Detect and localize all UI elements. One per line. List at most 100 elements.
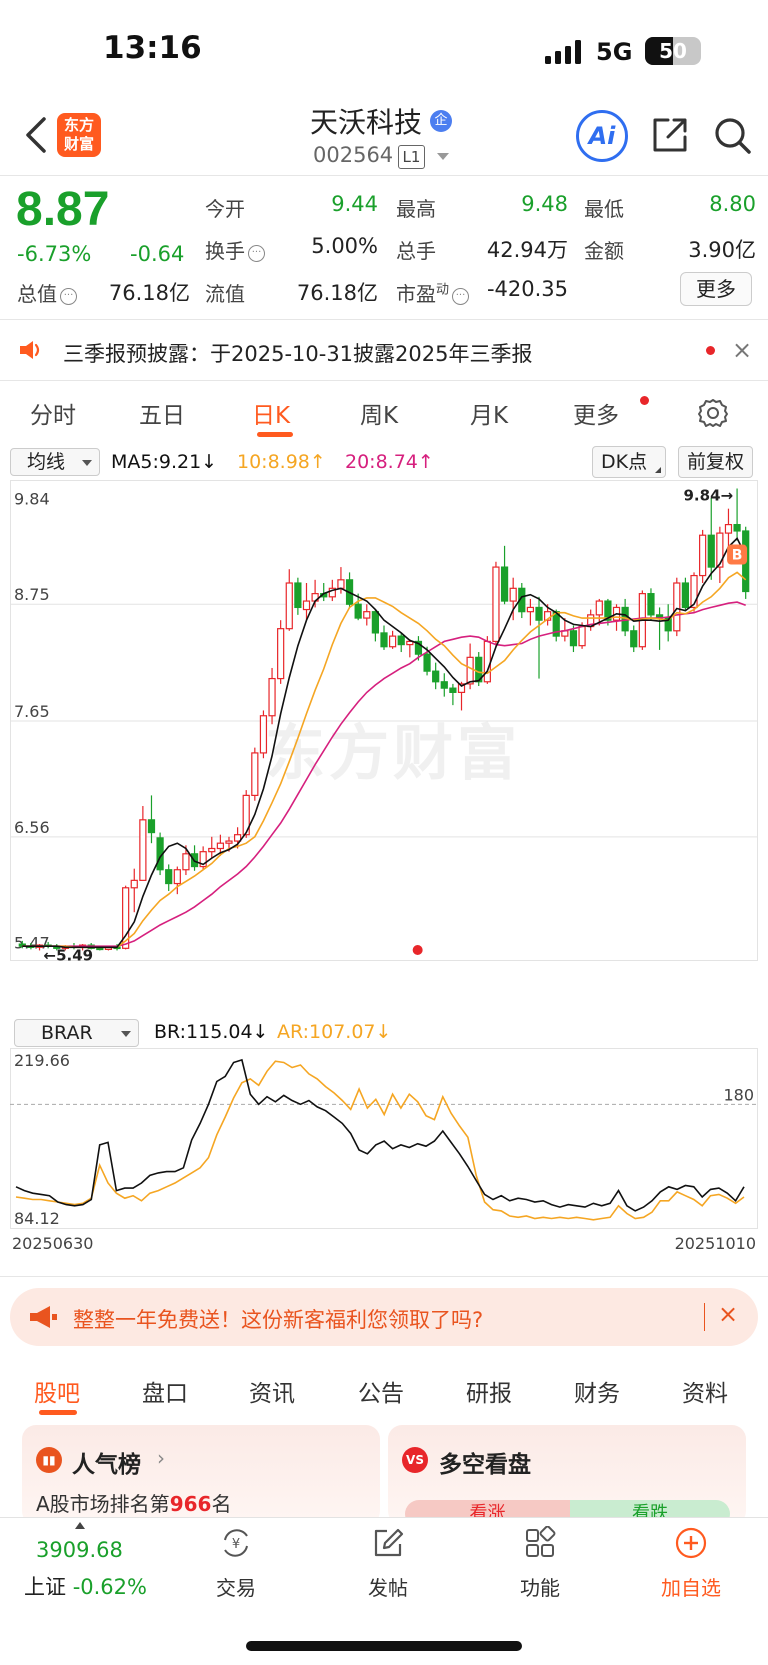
notice-close-button[interactable]: × [732,336,752,364]
bull-bear-title: 多空看盘 [439,1452,531,1478]
index-name[interactable]: 上证 -0.62% [24,1571,147,1601]
search-icon[interactable] [712,115,752,155]
indicator-select-label: 均线 [27,451,66,473]
promo-close-button[interactable]: × [718,1300,738,1328]
candle-body [251,752,259,796]
kline-chart[interactable]: 9.848.757.656.565.479.84→←5.49B [10,480,758,1013]
info-icon[interactable]: ··· [452,288,470,305]
indicator-select[interactable]: 均线 [10,448,100,476]
candle-body [724,524,733,534]
tab-monthly-k[interactable]: 月K [470,396,508,430]
quote-label-amount: 金额 [584,239,624,263]
battery-level: 50 [659,39,687,63]
candle-body [182,853,190,871]
enterprise-badge: 企 [430,110,452,132]
low-price-label: ←5.49 [44,946,94,964]
candle-body [371,611,380,634]
candle-body [526,606,535,613]
candle-body [363,611,371,619]
tab-more[interactable]: 更多 [573,396,619,430]
candle-body [733,524,741,532]
grid-icon[interactable] [523,1526,557,1560]
x-end-label: 20251010 [675,1234,756,1253]
candle-body [466,656,474,685]
divider [704,1303,705,1331]
y-tick-label: 84.12 [14,1209,60,1228]
change-value: -0.64 [130,242,185,266]
candle-body [302,600,311,611]
ma10-legend: 10:8.98↑ [237,451,326,473]
brar-chart[interactable]: 180 219.66 84.12 20250630 20251010 [10,1048,758,1253]
stock-name: 天沃科技 [310,106,423,139]
adjust-mode-button[interactable]: 前复权 [678,446,753,478]
y-tick-label: 219.66 [14,1051,70,1070]
tab-weekly-k[interactable]: 周K [360,396,398,430]
app-logo: 东方 财富 [57,113,101,157]
nav-functions[interactable]: 功能 [500,1572,580,1601]
tab-intraday[interactable]: 分时 [30,396,76,430]
quote-value-open: 9.44 [331,192,378,216]
nav-add-watchlist[interactable]: 加自选 [651,1572,731,1601]
tab-five-day[interactable]: 五日 [139,396,185,430]
caret-up-icon[interactable] [75,1522,85,1529]
ma20-line [22,601,746,948]
candle-body [277,628,285,680]
tab-guba[interactable]: 股吧 [34,1374,80,1408]
tab-daily-k[interactable]: 日K [252,396,290,430]
tab-profile[interactable]: 资料 [682,1374,728,1408]
logo-text: 东方 财富 [63,116,94,153]
candle-body [595,600,603,616]
active-tab-indicator [39,1410,77,1415]
index-value[interactable]: 3909.68 [36,1538,123,1562]
caret-down-icon [121,1031,131,1037]
level-badge[interactable]: L1 [398,145,425,169]
pe-label-text: 市盈 [396,282,436,306]
indicator-select-brar[interactable]: BRAR [14,1019,139,1047]
tab-order-book[interactable]: 盘口 [142,1374,188,1408]
nav-trade[interactable]: 交易 [196,1572,276,1601]
candle-body [208,847,216,853]
reference-label: 180 [723,1085,754,1104]
quote-label-float-cap: 流值 [205,282,245,306]
tab-research[interactable]: 研报 [466,1374,512,1408]
candle-body [630,630,638,648]
share-icon[interactable] [650,115,690,155]
gear-icon[interactable] [698,398,728,428]
promo-text[interactable]: 整整一年免费送！这份新客福利您领取了吗? [73,1304,483,1334]
back-arrow-icon[interactable] [22,115,50,155]
candle-body [440,681,448,689]
yuan-exchange-icon[interactable]: ¥ [219,1526,253,1560]
notice-text[interactable]: 三季报预披露：于2025-10-31披露2025年三季报 [63,338,532,368]
quote-label-open: 今开 [205,197,245,221]
info-icon[interactable]: ··· [248,245,265,262]
tab-financials[interactable]: 财务 [574,1374,620,1408]
chevron-down-icon[interactable] [437,153,449,160]
ar-line [15,1060,745,1221]
home-indicator[interactable] [246,1641,522,1651]
candle-body [681,582,690,609]
candle-body [225,840,233,844]
quote-value-volume: 42.94万 [486,238,568,262]
candle-body [337,579,345,589]
plus-circle-icon[interactable] [674,1526,708,1560]
corner-caret-icon [655,467,661,473]
event-dot [412,945,423,955]
candle-body [216,842,224,850]
buy-marker-label: B [732,548,743,564]
nav-post[interactable]: 发帖 [348,1572,428,1601]
dk-point-button[interactable]: DK点 [592,446,666,478]
ai-assistant-button[interactable]: Ai [576,110,628,162]
quote-value-high: 9.48 [521,192,568,216]
stock-code: 002564 [313,143,394,167]
active-tab-indicator [257,432,293,437]
more-quote-button[interactable]: 更多 [680,272,752,306]
market-cap-label-text: 总值 [17,282,57,306]
candle-body [294,582,302,609]
quote-label-volume: 总手 [396,239,436,263]
tab-announcements[interactable]: 公告 [358,1374,404,1408]
tab-news[interactable]: 资讯 [249,1374,295,1408]
candle-body [268,677,276,717]
edit-icon[interactable] [371,1526,405,1560]
quote-value-amount: 3.90亿 [688,238,756,262]
info-icon[interactable]: ··· [60,288,77,305]
